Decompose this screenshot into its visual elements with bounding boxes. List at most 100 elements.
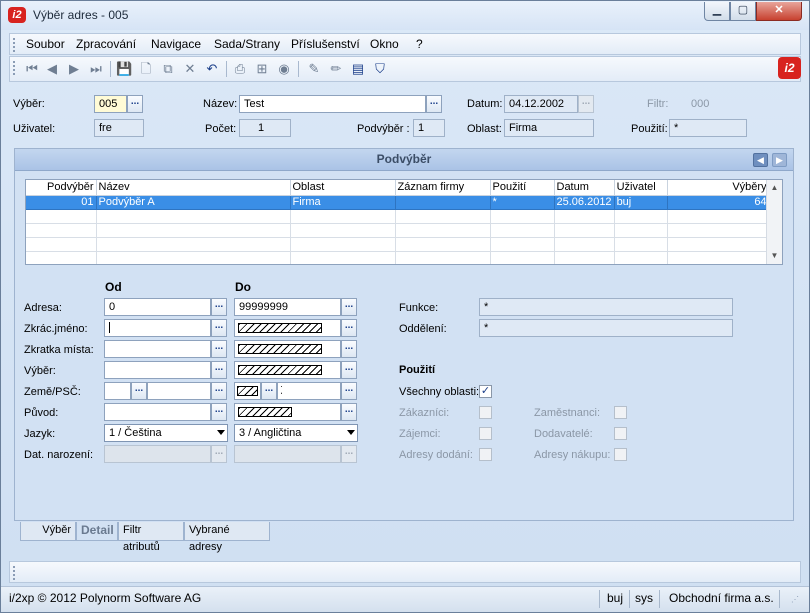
jazyk-od-select[interactable]: 1 / Čeština xyxy=(104,424,228,442)
dat-narozeni-label: Dat. narození: xyxy=(24,449,94,461)
panel-next-icon[interactable]: ▶ xyxy=(772,153,787,167)
next-record-icon[interactable]: ▶ xyxy=(66,61,82,77)
minimize-button[interactable]: ▁ xyxy=(704,2,730,21)
col-pouziti[interactable]: Použití xyxy=(490,180,555,196)
adresa-od-field[interactable]: 0 xyxy=(104,298,211,316)
status-separator xyxy=(779,590,780,608)
zeme-do-field[interactable] xyxy=(234,382,261,400)
adresa-od-lookup-button[interactable]: ... xyxy=(211,298,227,316)
zeme-od-field[interactable] xyxy=(104,382,131,400)
zkratka-mista-do-field[interactable] xyxy=(234,340,341,358)
save-icon[interactable]: 💾 xyxy=(116,61,132,77)
vyber-field[interactable]: 005 xyxy=(94,95,127,113)
tab-vyber[interactable]: Výběr xyxy=(20,522,76,541)
table-row[interactable] xyxy=(26,223,770,238)
menu-help[interactable]: ? xyxy=(416,37,423,51)
zajemci-checkbox[interactable] xyxy=(479,427,492,440)
nazev-lookup-button[interactable]: ... xyxy=(426,95,442,113)
menu-okno[interactable]: Okno xyxy=(370,37,399,51)
table-row[interactable]: 01 Podvýběr A Firma * 25.06.2012 buj 64 xyxy=(26,195,770,210)
funkce-field[interactable]: * xyxy=(479,298,733,316)
filter-icon[interactable]: ⛉ xyxy=(372,61,388,77)
zkrac-jmeno-od-lookup-button[interactable]: ... xyxy=(211,319,227,337)
first-record-icon[interactable]: ⏮ xyxy=(24,61,40,77)
zkratka-mista-od-field[interactable] xyxy=(104,340,211,358)
tab-filtr-atributu[interactable]: Filtr atributů xyxy=(118,522,184,553)
adresy-dodani-checkbox[interactable] xyxy=(479,448,492,461)
vyber-od-field[interactable] xyxy=(104,361,211,379)
tree-icon[interactable]: ⊞ xyxy=(254,61,270,77)
puvod-do-field[interactable] xyxy=(234,403,341,421)
vyber-od-lookup-button[interactable]: ... xyxy=(211,361,227,379)
zeme-do-lookup-button[interactable]: ... xyxy=(261,382,277,400)
col-uzivatel[interactable]: Uživatel xyxy=(614,180,668,196)
psc-od-lookup-button[interactable]: ... xyxy=(211,382,227,400)
copy-icon[interactable]: ⧉ xyxy=(160,61,176,77)
new-icon[interactable]: 🗋 xyxy=(138,61,154,77)
psc-do-field[interactable] xyxy=(277,382,341,400)
resize-grip-icon[interactable]: ⋰ xyxy=(791,595,799,604)
dodavatele-checkbox[interactable] xyxy=(614,427,627,440)
zkratka-mista-do-lookup-button[interactable]: ... xyxy=(341,340,357,358)
puvod-od-field[interactable] xyxy=(104,403,211,421)
col-podvyber[interactable]: Podvýběr xyxy=(26,180,97,196)
datum-field[interactable]: 04.12.2002 xyxy=(504,95,578,113)
jazyk-do-select[interactable]: 3 / Angličtina xyxy=(234,424,358,442)
prev-record-icon[interactable]: ◀ xyxy=(44,61,60,77)
note-icon[interactable]: ▤ xyxy=(350,61,366,77)
menu-soubor[interactable]: Soubor xyxy=(26,37,65,51)
col-nazev[interactable]: Název xyxy=(96,180,291,196)
tab-vybrane-adresy[interactable]: Vybrané adresy xyxy=(184,522,270,553)
vsechny-oblasti-checkbox[interactable]: ✓ xyxy=(479,385,492,398)
zakaznici-checkbox[interactable] xyxy=(479,406,492,419)
col-oblast[interactable]: Oblast xyxy=(290,180,396,196)
col-datum[interactable]: Datum xyxy=(554,180,615,196)
tab-detail[interactable]: Detail xyxy=(76,522,118,541)
menubar-grip-icon[interactable] xyxy=(13,38,16,52)
menu-prislusenstvi[interactable]: Příslušenství xyxy=(291,37,360,51)
last-record-icon[interactable]: ⏭ xyxy=(88,61,104,77)
maximize-button[interactable]: ▢ xyxy=(730,2,756,21)
puvod-od-lookup-button[interactable]: ... xyxy=(211,403,227,421)
edit-icon[interactable]: ✎ xyxy=(306,61,322,77)
menu-zpracovani[interactable]: Zpracování xyxy=(76,37,136,51)
adresa-do-field[interactable]: 99999999 xyxy=(234,298,341,316)
scroll-down-icon[interactable]: ▼ xyxy=(767,248,782,263)
globe-icon[interactable]: ◉ xyxy=(276,61,292,77)
psc-do-lookup-button[interactable]: ... xyxy=(341,382,357,400)
col-vybery[interactable]: Výběry xyxy=(667,180,770,196)
zeme-od-lookup-button[interactable]: ... xyxy=(131,382,147,400)
delete-icon[interactable]: ✕ xyxy=(182,61,198,77)
scroll-up-icon[interactable]: ▲ xyxy=(767,180,782,195)
status-toolbar-grip-icon[interactable] xyxy=(13,566,16,580)
zkrac-jmeno-od-field[interactable] xyxy=(104,319,211,337)
table-row[interactable] xyxy=(26,209,770,224)
puvod-do-lookup-button[interactable]: ... xyxy=(341,403,357,421)
undo-icon[interactable]: ↶ xyxy=(204,61,220,77)
table-row[interactable] xyxy=(26,251,770,264)
table-row[interactable] xyxy=(26,237,770,252)
grid-scrollbar[interactable]: ▲ ▼ xyxy=(766,180,782,264)
menu-navigace[interactable]: Navigace xyxy=(151,37,201,51)
adresy-nakupu-checkbox[interactable] xyxy=(614,448,627,461)
jazyk-do-value: 3 / Angličtina xyxy=(239,427,302,439)
nazev-field[interactable]: Test xyxy=(239,95,426,113)
close-button[interactable]: ✕ xyxy=(756,2,802,21)
zamestnanci-checkbox[interactable] xyxy=(614,406,627,419)
zkrac-jmeno-do-lookup-button[interactable]: ... xyxy=(341,319,357,337)
vyber-do-lookup-button[interactable]: ... xyxy=(341,361,357,379)
vyber-lookup-button[interactable]: ... xyxy=(127,95,143,113)
menu-sada-strany[interactable]: Sada/Strany xyxy=(214,37,280,51)
print-icon[interactable]: ⎙ xyxy=(232,61,248,77)
datum-lookup-button[interactable]: ... xyxy=(578,95,594,113)
psc-od-field[interactable] xyxy=(147,382,211,400)
col-zaznam-firmy[interactable]: Záznam firmy xyxy=(395,180,491,196)
panel-prev-icon[interactable]: ◀ xyxy=(753,153,768,167)
adresa-do-lookup-button[interactable]: ... xyxy=(341,298,357,316)
oddeleni-field[interactable]: * xyxy=(479,319,733,337)
zkrac-jmeno-do-field[interactable] xyxy=(234,319,341,337)
vyber-do-field[interactable] xyxy=(234,361,341,379)
zkratka-mista-od-lookup-button[interactable]: ... xyxy=(211,340,227,358)
pencil-icon[interactable]: ✏ xyxy=(328,61,344,77)
toolbar-grip-icon[interactable] xyxy=(13,61,16,75)
